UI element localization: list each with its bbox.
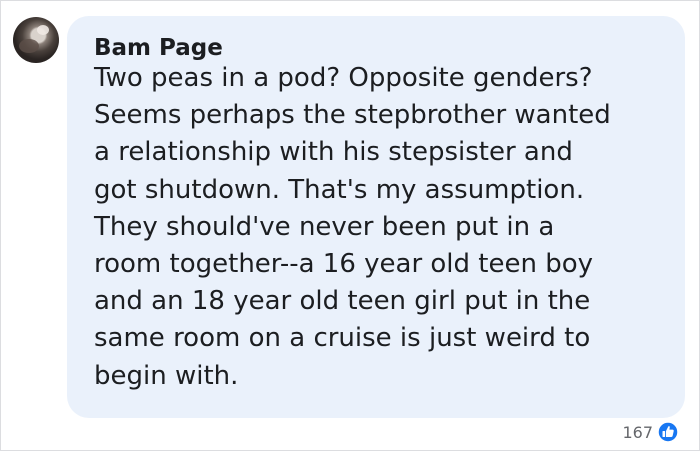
avatar[interactable] — [13, 17, 59, 63]
avatar-photo-highlight — [37, 25, 49, 35]
comment-author-name[interactable]: Bam Page — [94, 34, 223, 62]
like-icon — [657, 421, 679, 443]
comment-text-line: begin with. — [94, 360, 239, 391]
comment-text-line: Two peas in a pod? Opposite genders? — [94, 63, 593, 93]
comment-text-line: They should've never been put in a — [94, 211, 555, 242]
comment-card: Bam Page Two peas in a pod? Opposite gen… — [0, 0, 700, 451]
comment-text: Two peas in a pod? Opposite genders? See… — [94, 60, 674, 395]
comment-text-line: got shutdown. That's my assumption. — [94, 174, 585, 205]
reaction-count: 167 — [622, 422, 653, 442]
comment-text-line: same room on a cruise is just weird to — [94, 323, 591, 354]
comment-text-line: and an 18 year old teen girl put in the — [94, 286, 591, 317]
comment-text-line: room together--a 16 year old teen boy — [94, 249, 594, 280]
reaction-summary[interactable]: 167 — [622, 420, 679, 444]
comment-text-line: Seems perhaps the stepbrother wanted — [94, 100, 611, 131]
comment-bubble: Bam Page Two peas in a pod? Opposite gen… — [67, 16, 685, 418]
avatar-photo-detail — [19, 39, 39, 53]
comment-text-line: a relationship with his stepsister and — [94, 137, 573, 168]
